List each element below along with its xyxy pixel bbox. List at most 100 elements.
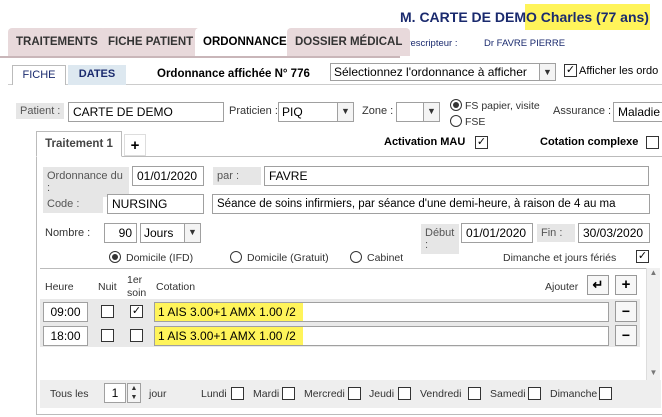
scroll-up-icon[interactable]: ▲ — [647, 268, 660, 280]
nuit-checkbox[interactable] — [101, 329, 114, 342]
dimanche-label: Dimanche et jours fériés — [503, 252, 617, 264]
day-label: Samedi — [490, 388, 526, 400]
activation-mau-checkbox[interactable]: ✓ — [475, 136, 488, 149]
chevron-down-icon: ▼ — [184, 224, 200, 242]
patient-title: M. CARTE DE DEMO Charles (77 ans) — [400, 9, 649, 25]
nombre-label: Nombre : — [45, 227, 91, 239]
domicile-gratuit-radio[interactable] — [230, 251, 242, 263]
cotation-complexe-label: Cotation complexe — [540, 136, 639, 148]
tous-les-field[interactable]: 1 — [104, 383, 126, 403]
par-label: par : — [213, 167, 261, 185]
fse-label: FSE — [465, 116, 486, 128]
day-label: Jeudi — [369, 388, 395, 400]
col-nuit: Nuit — [98, 281, 117, 293]
zone-label: Zone : — [362, 105, 394, 117]
domicile-ifd-label: Domicile (IFD) — [126, 252, 194, 264]
chevron-down-icon: ▼ — [337, 103, 353, 121]
domicile-ifd-radio[interactable] — [109, 251, 121, 263]
day-label: Vendredi — [420, 388, 462, 400]
nuit-checkbox[interactable] — [101, 305, 114, 318]
scroll-down-icon[interactable]: ▼ — [647, 368, 660, 380]
fs-papier-label: FS papier, visite — [465, 100, 540, 112]
par-field[interactable]: FAVRE — [264, 166, 649, 186]
zone-select[interactable]: ▼ — [396, 102, 440, 122]
cotation-value: 1 AIS 3.00+1 AMX 1.00 /2 — [155, 303, 303, 321]
activation-mau-label: Activation MAU — [384, 136, 466, 148]
ordonnance-du-label: Ordonnance du : — [43, 167, 129, 197]
domicile-gratuit-label: Domicile (Gratuit) — [247, 252, 329, 264]
prescripteur-value: Dr FAVRE PIERRE — [484, 38, 566, 49]
col-heure: Heure — [45, 281, 74, 293]
patient-age: (77 ans) — [596, 9, 649, 25]
praticien-select[interactable]: PIQ ▼ — [278, 102, 354, 122]
heure-field[interactable]: 18:00 — [43, 326, 88, 346]
praticien-label: Praticien : — [229, 105, 278, 117]
ordonnance-title: Ordonnance affichée N° 776 — [157, 68, 310, 80]
tab-fiche-patient[interactable]: FICHE PATIENT — [100, 28, 202, 56]
remove-row-button[interactable]: − — [615, 301, 637, 322]
unit-select[interactable]: Jours ▼ — [140, 223, 201, 243]
tous-les-label: Tous les — [50, 388, 89, 400]
assurance-label: Assurance : — [553, 105, 612, 117]
day-checkbox[interactable] — [528, 387, 541, 400]
chevron-down-icon: ▼ — [539, 64, 555, 80]
day-label: Mercredi — [304, 388, 345, 400]
ordonnance-du-field[interactable]: 01/01/2020 — [132, 166, 204, 186]
tab-traitements[interactable]: TRAITEMENTS — [8, 28, 106, 56]
col-premier-soin: 1er soin — [127, 274, 147, 299]
tab-dossier-medical[interactable]: DOSSIER MÉDICAL — [287, 28, 411, 56]
add-traitement-button[interactable]: + — [124, 134, 146, 156]
cotation-complexe-checkbox[interactable] — [646, 136, 659, 149]
fse-radio[interactable] — [450, 115, 462, 127]
fin-label: Fin : — [537, 224, 575, 242]
zone-value — [397, 103, 423, 121]
add-row-button[interactable]: + — [615, 275, 637, 295]
cabinet-radio[interactable] — [350, 251, 362, 263]
code-field[interactable]: NURSING — [107, 194, 204, 214]
ordonnance-select[interactable]: Sélectionnez l'ordonnance à afficher ▼ — [330, 63, 556, 81]
chevron-down-icon: ▼ — [423, 103, 439, 121]
unit-value: Jours — [144, 226, 174, 240]
tab-fiche[interactable]: FICHE — [12, 65, 66, 85]
debut-label: Début : — [421, 224, 459, 254]
ordonnance-select-value: Sélectionnez l'ordonnance à afficher — [334, 65, 527, 79]
description-field[interactable]: Séance de soins infirmiers, par séance d… — [212, 194, 650, 214]
fs-papier-radio[interactable] — [450, 99, 462, 111]
dimanche-checkbox[interactable]: ✓ — [636, 250, 649, 263]
debut-field[interactable]: 01/01/2020 — [461, 223, 533, 243]
premier-soin-checkbox[interactable]: ✓ — [130, 305, 143, 318]
remove-row-button[interactable]: − — [615, 325, 637, 346]
nombre-field[interactable]: 90 — [104, 223, 137, 243]
tab-traitement-1[interactable]: Traitement 1 — [36, 131, 122, 157]
tab-dates[interactable]: DATES — [68, 65, 126, 85]
day-checkbox[interactable] — [348, 387, 361, 400]
day-checkbox[interactable] — [282, 387, 295, 400]
cotation-field[interactable]: 1 AIS 3.00+1 AMX 1.00 /2 — [154, 302, 609, 322]
day-label: Mardi — [253, 388, 280, 400]
afficher-label: Afficher les ordo — [579, 65, 659, 77]
premier-soin-checkbox[interactable] — [130, 329, 143, 342]
cabinet-label: Cabinet — [367, 252, 404, 264]
assurance-field[interactable]: Maladie — [613, 102, 662, 122]
spin-stepper[interactable]: ▲ ▼ — [127, 383, 141, 403]
insert-row-button[interactable]: ↵ — [587, 275, 609, 295]
cotation-value: 1 AIS 3.00+1 AMX 1.00 /2 — [155, 327, 303, 345]
ajouter-label: Ajouter — [545, 281, 579, 293]
patient-label: Patient : — [16, 103, 65, 119]
scrollbar[interactable]: ▲ ▼ — [646, 268, 660, 380]
day-checkbox[interactable] — [231, 387, 244, 400]
afficher-checkbox[interactable]: ✓ — [564, 64, 577, 77]
patient-name: M. CARTE DE DEMO Charles — [400, 9, 593, 25]
day-checkbox[interactable] — [398, 387, 411, 400]
col-cotation: Cotation — [156, 281, 196, 293]
fin-field[interactable]: 30/03/2020 — [578, 223, 650, 243]
patient-field[interactable]: CARTE DE DEMO — [68, 102, 224, 122]
code-label: Code : — [43, 195, 103, 213]
day-label: Lundi — [201, 388, 227, 400]
day-checkbox[interactable] — [468, 387, 481, 400]
day-checkbox[interactable] — [599, 387, 612, 400]
heure-field[interactable]: 09:00 — [43, 302, 88, 322]
jour-label: jour — [149, 388, 167, 400]
cotation-field[interactable]: 1 AIS 3.00+1 AMX 1.00 /2 — [154, 326, 609, 346]
praticien-value: PIQ — [282, 105, 303, 119]
